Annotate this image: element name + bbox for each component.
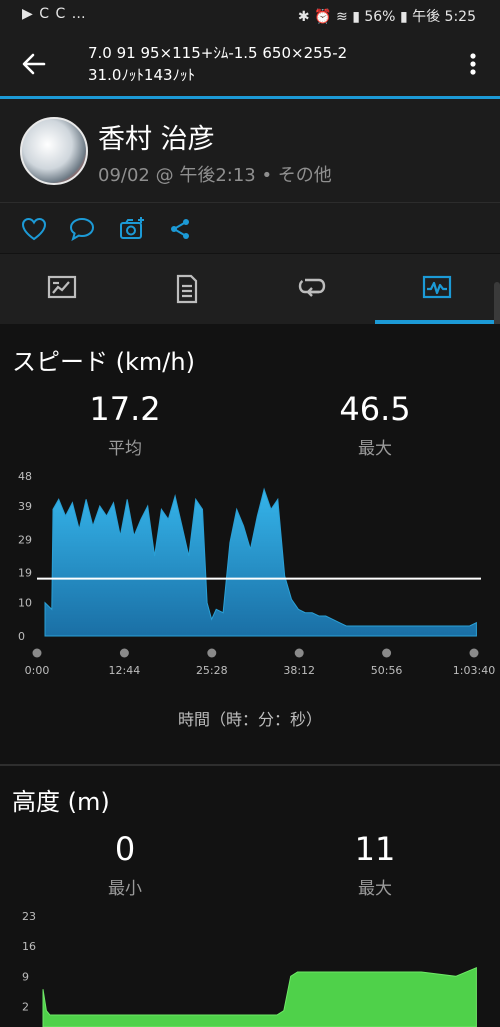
speed-y-tick-label: 10 bbox=[18, 597, 32, 610]
speed-max-value: 46.5 bbox=[339, 390, 411, 428]
altitude-y-tick-label: 23 bbox=[22, 910, 36, 923]
speed-y-tick-label: 0 bbox=[18, 630, 25, 643]
graph-chart-icon bbox=[422, 275, 452, 299]
status-bar: ▶ C C … ✱ ⏰ ≋ ▮ 56% ▮ 午後 5:25 bbox=[0, 0, 500, 32]
wifi-icon: ≋ bbox=[336, 9, 348, 25]
altitude-max-label: 最大 bbox=[358, 879, 392, 899]
avatar[interactable] bbox=[20, 117, 88, 185]
tab-charts[interactable] bbox=[375, 254, 500, 324]
clock: 午後 5:25 bbox=[412, 9, 476, 25]
tab-bar bbox=[0, 254, 500, 324]
speed-x-tick-label: 25:28 bbox=[196, 664, 228, 677]
speed-average-label: 平均 bbox=[108, 439, 142, 459]
battery-percent: 56% bbox=[364, 9, 396, 25]
speed-y-tick-label: 39 bbox=[18, 500, 32, 513]
profile-header: 香村 治彦 09/02 @ 午後2:13 • その他 bbox=[0, 99, 500, 202]
speed-x-tick-label: 1:03:40 bbox=[453, 664, 495, 677]
heart-icon[interactable] bbox=[20, 215, 48, 243]
altitude-y-tick-label: 9 bbox=[22, 970, 29, 983]
speed-x-axis-caption: 時間（時：分：秒） bbox=[177, 710, 322, 729]
speed-x-tick-label: 50:56 bbox=[371, 664, 403, 677]
speed-y-tick-label: 48 bbox=[18, 470, 32, 483]
user-name[interactable]: 香村 治彦 bbox=[98, 117, 215, 156]
speed-x-tick-marker bbox=[32, 648, 42, 658]
speed-x-tick-marker bbox=[382, 648, 392, 658]
speed-x-tick-label: 0:00 bbox=[25, 664, 50, 677]
more-options-icon[interactable] bbox=[463, 50, 483, 78]
app-bar: 7.0 91 95×115+ｼﾑ-1.5 650×255-2 31.0ﾉｯﾄ14… bbox=[0, 32, 500, 96]
speed-x-tick-label: 38:12 bbox=[283, 664, 315, 677]
charts-content: スピード (km/h) 17.2 平均 46.5 最大 0 10 19 29 39 48 0… bbox=[0, 324, 500, 1027]
battery-icon: ▮ bbox=[399, 9, 408, 25]
speed-section-title: スピード (km/h) bbox=[12, 348, 195, 376]
status-right: ✱ ⏰ ≋ ▮ 56% ▮ 午後 5:25 bbox=[298, 6, 476, 26]
speed-x-tick-label: 12:44 bbox=[109, 664, 141, 677]
title-line-2: 31.0ﾉｯﾄ143ﾉｯﾄ bbox=[88, 66, 196, 84]
section-divider bbox=[0, 764, 500, 766]
speed-y-tick-label: 19 bbox=[18, 567, 32, 580]
signal-icon: ▮ bbox=[352, 9, 360, 25]
altitude-min-value: 0 bbox=[114, 830, 136, 868]
laps-loop-icon bbox=[298, 278, 326, 297]
altitude-chart: 2 9 16 23 bbox=[22, 910, 477, 1027]
speed-max-label: 最大 bbox=[358, 439, 392, 459]
speed-chart: 0 10 19 29 39 48 0:00 12:44 25:28 38:12 50:56 1:03:… bbox=[18, 470, 495, 677]
add-photo-icon[interactable] bbox=[118, 215, 146, 243]
speed-x-tick-marker bbox=[469, 648, 479, 658]
activity-title: 7.0 91 95×115+ｼﾑ-1.5 650×255-2 31.0ﾉｯﾄ14… bbox=[88, 42, 347, 86]
share-icon[interactable] bbox=[166, 215, 194, 243]
altitude-area-series bbox=[42, 966, 477, 1027]
tab-details[interactable] bbox=[125, 254, 250, 324]
status-notification-icons: ▶ C C … bbox=[22, 6, 87, 22]
bluetooth-icon: ✱ bbox=[297, 9, 310, 25]
title-line-1: 7.0 91 95×115+ｼﾑ-1.5 650×255-2 bbox=[88, 44, 348, 62]
speed-average-value: 17.2 bbox=[89, 390, 161, 428]
activity-meta: 09/02 @ 午後2:13 • その他 bbox=[98, 165, 332, 186]
altitude-y-tick-label: 2 bbox=[22, 1000, 29, 1013]
speed-x-tick-marker bbox=[294, 648, 304, 658]
altitude-y-tick-label: 16 bbox=[22, 940, 36, 953]
back-arrow-icon[interactable] bbox=[20, 50, 48, 78]
tab-laps[interactable] bbox=[250, 254, 375, 324]
summary-chart-icon bbox=[47, 275, 77, 299]
alarm-icon: ⏰ bbox=[314, 9, 332, 25]
altitude-min-label: 最小 bbox=[108, 879, 142, 899]
speed-x-tick-marker bbox=[119, 648, 129, 658]
tab-overview[interactable] bbox=[0, 254, 125, 324]
action-bar bbox=[0, 203, 500, 253]
speed-y-tick-label: 29 bbox=[18, 533, 32, 546]
speed-area-series bbox=[44, 487, 477, 637]
document-list-icon bbox=[176, 274, 198, 304]
comment-icon[interactable] bbox=[68, 215, 96, 243]
altitude-max-value: 11 bbox=[354, 830, 396, 868]
speed-x-tick-marker bbox=[207, 648, 217, 658]
altitude-section-title: 高度 (m) bbox=[12, 788, 110, 816]
